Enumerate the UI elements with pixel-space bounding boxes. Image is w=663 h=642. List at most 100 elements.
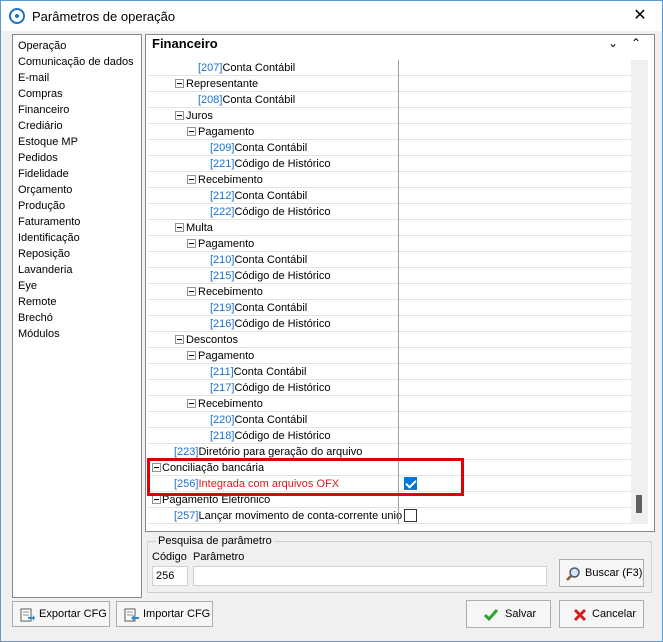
tree-row[interactable]: [257]Lançar movimento de conta-corrente … bbox=[148, 508, 631, 524]
save-button[interactable]: Salvar bbox=[466, 600, 551, 628]
tree-row[interactable]: [210]Conta Contábil bbox=[148, 252, 631, 268]
search-button[interactable]: Buscar (F3) bbox=[559, 559, 644, 587]
tree-row[interactable]: [220]Conta Contábil bbox=[148, 412, 631, 428]
nav-item-reposicao[interactable]: Reposição bbox=[18, 246, 70, 262]
nav-item-eye[interactable]: Eye bbox=[18, 278, 37, 294]
tree-row[interactable]: Recebimento bbox=[148, 396, 631, 412]
nav-item-fidelidade[interactable]: Fidelidade bbox=[18, 166, 69, 182]
param-label: Código de Histórico bbox=[234, 382, 331, 394]
param-code: [218] bbox=[210, 430, 235, 442]
highlight-box bbox=[147, 458, 464, 496]
export-cfg-label: Exportar CFG bbox=[39, 608, 107, 620]
param-code: [208] bbox=[198, 94, 223, 106]
tree-row[interactable]: Recebimento bbox=[148, 172, 631, 188]
nav-item-lavanderia[interactable]: Lavanderia bbox=[18, 262, 72, 278]
tree-row[interactable]: [222]Código de Histórico bbox=[148, 204, 631, 220]
collapse-icon[interactable] bbox=[175, 335, 184, 344]
window-title: Parâmetros de operação bbox=[32, 9, 176, 24]
group-label: Representante bbox=[186, 78, 259, 90]
tree-row[interactable]: Recebimento bbox=[148, 284, 631, 300]
tree-row[interactable]: [209]Conta Contábil bbox=[148, 140, 631, 156]
nav-item-identificacao[interactable]: Identificação bbox=[18, 230, 80, 246]
nav-item-estoque-mp[interactable]: Estoque MP bbox=[18, 134, 78, 150]
nav-item-modulos[interactable]: Módulos bbox=[18, 326, 60, 342]
collapse-icon[interactable] bbox=[187, 239, 196, 248]
column-separator bbox=[398, 60, 399, 524]
param-label: Código de Histórico bbox=[234, 206, 331, 218]
nav-item-financeiro[interactable]: Financeiro bbox=[18, 102, 69, 118]
tree-row[interactable]: [211]Conta Contábil bbox=[148, 364, 631, 380]
collapse-all-icon[interactable]: ⌄ bbox=[605, 34, 621, 52]
param-code: [216] bbox=[210, 318, 235, 330]
param-code: [257] bbox=[174, 510, 199, 522]
param-input[interactable] bbox=[193, 566, 547, 586]
nav-item-remote[interactable]: Remote bbox=[18, 294, 57, 310]
group-label: Juros bbox=[186, 110, 213, 122]
collapse-icon[interactable] bbox=[187, 287, 196, 296]
param-label: Conta Contábil bbox=[233, 366, 307, 378]
tree-row[interactable]: [212]Conta Contábil bbox=[148, 188, 631, 204]
tree-row[interactable]: [221]Código de Histórico bbox=[148, 156, 631, 172]
collapse-icon[interactable] bbox=[175, 223, 184, 232]
nav-item-email[interactable]: E-mail bbox=[18, 70, 49, 86]
tree-row[interactable]: [208]Conta Contábil bbox=[148, 92, 631, 108]
nav-item-operacao[interactable]: Operação bbox=[18, 38, 66, 54]
tree-row[interactable]: [215]Código de Histórico bbox=[148, 268, 631, 284]
collapse-icon[interactable] bbox=[175, 79, 184, 88]
param-label: Conta Contábil bbox=[222, 62, 296, 74]
param-code: [221] bbox=[210, 158, 235, 170]
param-label: Código de Histórico bbox=[234, 158, 331, 170]
expand-all-icon[interactable]: ⌃ bbox=[628, 34, 644, 52]
collapse-icon[interactable] bbox=[187, 175, 196, 184]
nav-item-brecho[interactable]: Brechó bbox=[18, 310, 53, 326]
param-code: [211] bbox=[210, 366, 234, 378]
cancel-button[interactable]: Cancelar bbox=[559, 600, 644, 628]
param-code: [223] bbox=[174, 446, 199, 458]
import-icon bbox=[123, 607, 139, 623]
collapse-icon[interactable] bbox=[187, 399, 196, 408]
collapse-icon[interactable] bbox=[187, 351, 196, 360]
tree-row[interactable]: Pagamento bbox=[148, 124, 631, 140]
group-label: Multa bbox=[186, 222, 213, 234]
nav-item-orcamento[interactable]: Orçamento bbox=[18, 182, 72, 198]
tree-row[interactable]: Descontos bbox=[148, 332, 631, 348]
close-button[interactable]: ✕ bbox=[618, 2, 662, 30]
param-label: Conta Contábil bbox=[234, 254, 308, 266]
section-title: Financeiro bbox=[152, 36, 218, 51]
nav-item-producao[interactable]: Produção bbox=[18, 198, 65, 214]
tree-row[interactable]: [217]Código de Histórico bbox=[148, 380, 631, 396]
param-label: Código de Histórico bbox=[234, 270, 331, 282]
nav-item-faturamento[interactable]: Faturamento bbox=[18, 214, 80, 230]
param-label: Código de Histórico bbox=[234, 430, 331, 442]
tree-row[interactable]: Multa bbox=[148, 220, 631, 236]
tree-row[interactable]: [219]Conta Contábil bbox=[148, 300, 631, 316]
tree-row[interactable]: [218]Código de Histórico bbox=[148, 428, 631, 444]
scrollbar-thumb[interactable] bbox=[636, 495, 642, 513]
tree-row[interactable]: Juros bbox=[148, 108, 631, 124]
category-list: Operação Comunicação de dados E-mail Com… bbox=[12, 34, 142, 598]
parameter-tree: [207]Conta Contábil Representante [208]C… bbox=[148, 60, 631, 524]
tree-row[interactable]: [207]Conta Contábil bbox=[148, 60, 631, 76]
tree-row[interactable]: Representante bbox=[148, 76, 631, 92]
group-label: Recebimento bbox=[198, 174, 263, 186]
group-label: Recebimento bbox=[198, 398, 263, 410]
export-cfg-button[interactable]: Exportar CFG bbox=[12, 601, 110, 627]
group-label: Descontos bbox=[186, 334, 238, 346]
nav-item-pedidos[interactable]: Pedidos bbox=[18, 150, 58, 166]
import-cfg-button[interactable]: Importar CFG bbox=[116, 601, 213, 627]
import-cfg-label: Importar CFG bbox=[143, 608, 211, 620]
launch-movement-checkbox[interactable] bbox=[404, 509, 417, 522]
tree-row[interactable]: Pagamento bbox=[148, 348, 631, 364]
nav-item-compras[interactable]: Compras bbox=[18, 86, 63, 102]
code-label: Código bbox=[152, 551, 187, 563]
collapse-icon[interactable] bbox=[152, 495, 161, 504]
nav-item-comunicacao[interactable]: Comunicação de dados bbox=[18, 54, 134, 70]
code-input[interactable]: 256 bbox=[152, 566, 188, 586]
collapse-icon[interactable] bbox=[187, 127, 196, 136]
nav-item-crediario[interactable]: Crediário bbox=[18, 118, 63, 134]
collapse-icon[interactable] bbox=[175, 111, 184, 120]
tree-row[interactable]: Pagamento bbox=[148, 236, 631, 252]
tree-scrollbar[interactable] bbox=[631, 60, 648, 524]
tree-row[interactable]: [216]Código de Histórico bbox=[148, 316, 631, 332]
app-icon bbox=[9, 8, 25, 24]
